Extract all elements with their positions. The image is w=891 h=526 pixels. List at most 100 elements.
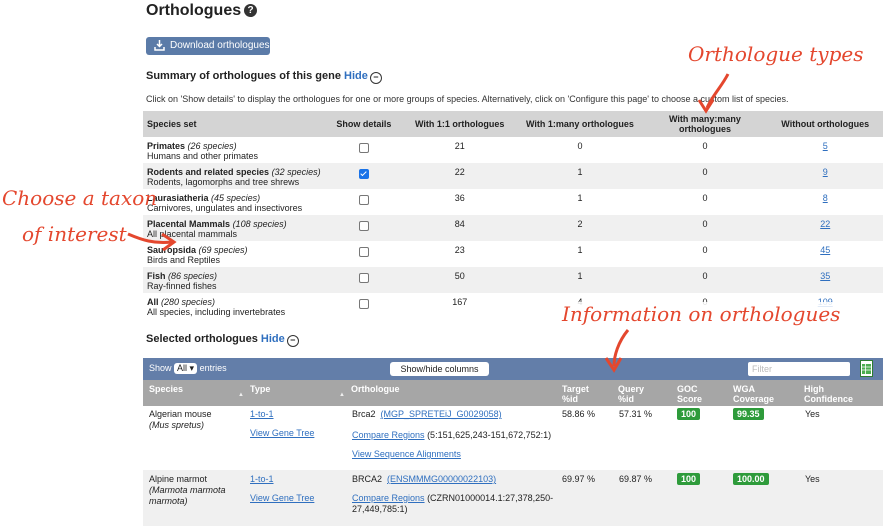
selected-title: Selected orthologues Hide − [146, 333, 299, 347]
without-link[interactable]: 8 [771, 193, 879, 203]
without-cell: 9 [767, 163, 883, 189]
goc-badge: 100 [677, 473, 701, 485]
annotation-orthologue-types: Orthologue types [688, 42, 864, 66]
wga-badge: 100.00 [733, 473, 769, 485]
th-wga[interactable]: WGA Coverage [733, 384, 793, 404]
without-link[interactable]: 35 [771, 271, 879, 281]
show-details-checkbox[interactable] [358, 299, 369, 309]
page-title: Orthologues? [146, 2, 258, 20]
one-one-cell: 22 [401, 163, 518, 189]
info-text: Click on 'Show details' to display the o… [146, 94, 789, 104]
selected-hide-link[interactable]: Hide [261, 333, 285, 345]
export-icon[interactable] [860, 360, 873, 377]
view-gene-tree-link[interactable]: View Gene Tree [250, 428, 314, 438]
species-name: Algerian mouse [149, 409, 212, 419]
one-many-cell: 1 [517, 163, 643, 189]
sort-icon[interactable]: ▲ [339, 390, 345, 400]
orthologue-table-header: Species ▲ Type ▲ Orthologue Target %id Q… [143, 380, 883, 406]
compare-regions-link[interactable]: Compare Regions [352, 493, 425, 503]
show-details-checkbox[interactable] [358, 195, 369, 205]
species-set-desc: Carnivores, ungulates and insectivores [147, 203, 303, 213]
table-toolbar: Show All ▾ entries Show/hide columns Fil… [143, 358, 883, 380]
entries-select[interactable]: All ▾ [174, 363, 198, 374]
species-set-desc: Humans and other primates [147, 151, 259, 161]
gene-id-link[interactable]: (ENSMMMG00000022103) [387, 474, 496, 484]
species-count: (32 species) [271, 167, 321, 177]
summary-row: Laurasiatheria (45 species) Carnivores, u… [143, 189, 883, 215]
species-name: Alpine marmot [149, 474, 208, 484]
without-link[interactable]: 5 [771, 141, 879, 151]
many-many-cell: 0 [702, 193, 708, 203]
species-set-desc: All species, including invertebrates [147, 307, 286, 317]
th-orthologue[interactable]: Orthologue [351, 384, 400, 394]
one-one-cell: 21 [454, 141, 465, 151]
col-show-details: Show details [325, 111, 402, 137]
without-link[interactable]: 45 [771, 245, 879, 255]
without-link[interactable]: 9 [771, 167, 879, 177]
summary-row: Rodents and related species (32 species)… [143, 163, 883, 189]
show-details-checkbox[interactable] [358, 169, 369, 179]
one-one-cell: 23 [454, 245, 465, 255]
show-details-checkbox[interactable] [358, 221, 369, 231]
th-species[interactable]: Species [149, 384, 183, 394]
th-type[interactable]: Type [250, 384, 270, 394]
summary-row: Fish (86 species) Ray-finned fishes 50 1 0 35 [143, 267, 883, 293]
species-count: (86 species) [168, 271, 218, 281]
species-set-cell: All (280 species) All species, including … [143, 293, 326, 319]
species-count: (69 species) [198, 245, 248, 255]
show-details-cell [325, 267, 402, 293]
many-many-cell: 0 [702, 141, 708, 151]
filter-input[interactable]: Filter [748, 362, 850, 376]
without-cell: 45 [767, 241, 883, 267]
without-cell: 8 [767, 189, 883, 215]
show-details-cell [326, 189, 402, 215]
download-icon [154, 40, 165, 51]
one-one-cell: 36 [454, 193, 465, 203]
one-many-cell: 0 [577, 141, 583, 151]
summary-hide-link[interactable]: Hide [344, 70, 368, 82]
many-many-cell: 0 [642, 163, 768, 189]
compare-regions-link[interactable]: Compare Regions [352, 430, 425, 440]
many-many-cell: 0 [642, 215, 768, 241]
col-one-many: With 1:many orthologues [517, 111, 643, 137]
type-link[interactable]: 1-to-1 [250, 474, 274, 484]
show-details-checkbox[interactable] [358, 247, 369, 257]
show-details-checkbox[interactable] [358, 143, 369, 153]
show-hide-columns-button[interactable]: Show/hide columns [390, 362, 489, 376]
one-many-cell: 1 [577, 193, 583, 203]
collapse-icon[interactable]: − [286, 335, 299, 347]
species-set-desc: All placental mammals [147, 229, 238, 239]
summary-row: Placental Mammals (108 species) All place… [143, 215, 883, 241]
download-orthologues-button[interactable]: Download orthologues [146, 37, 270, 55]
one-many-cell: 1 [577, 245, 583, 255]
view-alignments-link[interactable]: View Sequence Alignments [352, 449, 461, 459]
show-details-cell [326, 137, 402, 163]
type-link[interactable]: 1-to-1 [250, 409, 274, 419]
high-confidence: Yes [805, 409, 820, 419]
view-gene-tree-link[interactable]: View Gene Tree [250, 493, 314, 503]
high-confidence: Yes [805, 474, 820, 484]
show-details-checkbox[interactable] [358, 273, 369, 283]
table-row: Alpine marmot (Marmota marmota marmota) … [143, 470, 883, 526]
th-query[interactable]: Query %id [618, 384, 658, 404]
collapse-icon[interactable]: − [369, 72, 382, 84]
summary-row: Primates (26 species) Humans and other pr… [143, 137, 883, 163]
goc-badge: 100 [677, 408, 701, 420]
target-id: 58.86 % [562, 409, 596, 419]
th-target[interactable]: Target %id [562, 384, 602, 404]
th-goc[interactable]: GOC Score [677, 384, 717, 404]
compare-regions: Compare Regions (CZRN01000014.1:27,378,2… [352, 493, 554, 514]
without-link[interactable]: 22 [771, 219, 879, 229]
annotation-of-interest: of interest [22, 222, 127, 246]
target-id: 69.97 % [562, 474, 596, 484]
species-set-name: Fish [147, 271, 166, 281]
show-details-cell [326, 241, 402, 267]
help-icon[interactable]: ? [244, 4, 258, 17]
species-latin: (Marmota marmota marmota) [149, 485, 226, 506]
without-cell: 5 [767, 137, 883, 163]
species-latin: (Mus spretus) [149, 420, 205, 430]
col-without: Without orthologues [767, 111, 883, 137]
sort-icon[interactable]: ▲ [238, 390, 244, 400]
gene-id-link[interactable]: (MGP_SPRETEiJ_G0029058) [381, 409, 502, 419]
th-high-confidence[interactable]: High Confidence [804, 384, 874, 404]
